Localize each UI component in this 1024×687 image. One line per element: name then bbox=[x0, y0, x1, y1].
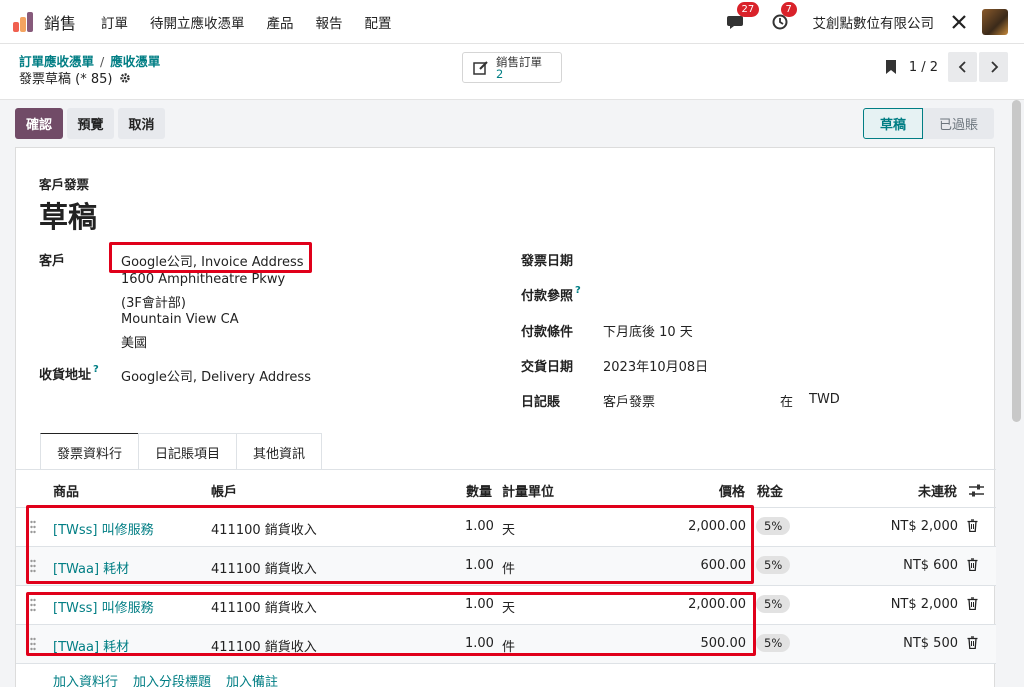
add-note-link[interactable]: 加入備註 bbox=[226, 671, 278, 687]
status-posted[interactable]: 已過賬 bbox=[922, 108, 994, 139]
notebook-tabs: 發票資料行 日記賬項目 其他資訊 bbox=[40, 433, 323, 470]
pager-next-button[interactable] bbox=[979, 52, 1008, 82]
gear-icon[interactable] bbox=[119, 72, 131, 84]
col-uom[interactable]: 計量單位 bbox=[502, 481, 554, 500]
lines-group-2-highlight-box bbox=[26, 592, 756, 656]
smart-button-label: 銷售訂單 bbox=[496, 54, 542, 69]
delivery-date-label: 交貨日期 bbox=[521, 360, 574, 375]
chevron-left-icon bbox=[958, 61, 966, 73]
customer-field[interactable]: Google公司, Invoice Address bbox=[121, 251, 304, 270]
col-product[interactable]: 商品 bbox=[53, 481, 79, 500]
menu-to-invoice[interactable]: 待開立應收憑單 bbox=[150, 12, 245, 32]
journal-field[interactable]: 客戶發票 bbox=[603, 391, 655, 410]
col-taxes[interactable]: 稅金 bbox=[757, 481, 783, 500]
breadcrumb-separator: / bbox=[100, 54, 105, 69]
debug-tools-button[interactable] bbox=[948, 11, 970, 33]
address-line-3: Mountain View CA bbox=[121, 312, 239, 327]
move-type-label: 客戶發票 bbox=[39, 177, 90, 192]
col-subtotal[interactable]: 未連稅 bbox=[918, 481, 957, 500]
trash-icon[interactable] bbox=[967, 636, 978, 649]
delivery-address-label-wrap: 收貨地址? bbox=[39, 364, 99, 383]
payment-reference-label-wrap: 付款參照? bbox=[521, 285, 581, 304]
edit-icon bbox=[473, 60, 488, 75]
delivery-help-icon[interactable]: ? bbox=[93, 364, 99, 375]
address-line-1: 1600 Amphitheatre Pkwy bbox=[121, 272, 286, 287]
journal-label: 日記賬 bbox=[521, 395, 561, 410]
control-panel: 訂單應收憑單 / 應收憑單 發票草稿 (* 85) 銷售訂單 2 1 / 2 bbox=[0, 44, 1024, 100]
payment-reference-help-icon[interactable]: ? bbox=[575, 285, 581, 296]
delivery-date-field[interactable]: 2023年10月08日 bbox=[603, 356, 708, 375]
invoice-date-label: 發票日期 bbox=[521, 254, 574, 269]
tab-invoice-lines[interactable]: 發票資料行 bbox=[40, 433, 140, 470]
record-title: 發票草稿 (* 85) bbox=[19, 72, 113, 87]
payment-terms-label: 付款條件 bbox=[521, 325, 574, 340]
line-subtotal: NT$ 2,000 bbox=[890, 597, 958, 612]
chevron-right-icon bbox=[990, 61, 998, 73]
invoice-title: 草稿 bbox=[39, 200, 98, 234]
line-tax-badge[interactable]: 5% bbox=[756, 595, 791, 613]
user-avatar[interactable] bbox=[982, 9, 1008, 35]
customer-label: 客戶 bbox=[39, 254, 66, 269]
delivery-address-field[interactable]: Google公司, Delivery Address bbox=[121, 366, 311, 385]
company-switcher[interactable]: 艾創點數位有限公司 bbox=[813, 12, 935, 32]
messages-button[interactable]: 27 bbox=[725, 2, 760, 33]
menu-reporting[interactable]: 報告 bbox=[316, 12, 343, 32]
payment-reference-label: 付款參照 bbox=[521, 289, 574, 304]
line-subtotal: NT$ 500 bbox=[903, 636, 958, 651]
line-tax-badge[interactable]: 5% bbox=[756, 517, 791, 535]
messages-badge: 27 bbox=[736, 2, 760, 17]
line-tax-badge[interactable]: 5% bbox=[756, 556, 791, 574]
currency-field[interactable]: TWD bbox=[809, 392, 840, 407]
col-quantity[interactable]: 數量 bbox=[466, 481, 492, 500]
tab-divider bbox=[16, 469, 996, 470]
breadcrumb-invoices[interactable]: 應收憑單 bbox=[110, 54, 160, 69]
trash-icon[interactable] bbox=[967, 558, 978, 571]
journal-in-text: 在 bbox=[780, 395, 794, 410]
tab-journal-items[interactable]: 日記賬項目 bbox=[138, 433, 238, 470]
address-line-4: 美國 bbox=[121, 336, 148, 351]
add-line-controls: 加入資料行 加入分段標題 加入備註 bbox=[53, 671, 293, 687]
payment-terms-field[interactable]: 下月底後 10 天 bbox=[603, 321, 693, 340]
page-scrollbar[interactable] bbox=[1012, 100, 1021, 422]
activities-button[interactable]: 7 bbox=[769, 2, 797, 33]
address-line-2: (3F會計部) bbox=[121, 296, 186, 311]
delivery-address-label: 收貨地址 bbox=[39, 368, 92, 383]
status-draft[interactable]: 草稿 bbox=[862, 108, 923, 139]
bookmark-icon[interactable] bbox=[885, 59, 897, 75]
pager-value[interactable]: 1 / 2 bbox=[909, 60, 938, 75]
col-price[interactable]: 價格 bbox=[719, 481, 745, 500]
lines-table-header: 商品 帳戶 數量 計量單位 價格 稅金 未連稅 bbox=[16, 471, 996, 508]
column-settings-icon[interactable] bbox=[969, 484, 984, 497]
activities-badge: 7 bbox=[780, 2, 797, 17]
status-bar: 草稿 已過賬 bbox=[862, 108, 994, 139]
pager-previous-button[interactable] bbox=[948, 52, 977, 82]
line-tax-badge[interactable]: 5% bbox=[756, 634, 791, 652]
cancel-button[interactable]: 取消 bbox=[118, 108, 165, 139]
sales-orders-smart-button[interactable]: 銷售訂單 2 bbox=[462, 52, 562, 83]
smart-button-count: 2 bbox=[496, 66, 504, 81]
add-line-link[interactable]: 加入資料行 bbox=[53, 671, 118, 687]
add-section-link[interactable]: 加入分段標題 bbox=[133, 671, 211, 687]
line-subtotal: NT$ 600 bbox=[903, 558, 958, 573]
record-title-wrap: 發票草稿 (* 85) bbox=[19, 68, 131, 87]
app-brand[interactable]: 銷售 bbox=[44, 10, 76, 34]
breadcrumb-orders-to-invoice[interactable]: 訂單應收憑單 bbox=[19, 54, 94, 69]
sales-app-icon[interactable] bbox=[13, 11, 35, 32]
tools-icon bbox=[952, 15, 966, 29]
menu-orders[interactable]: 訂單 bbox=[101, 12, 128, 32]
trash-icon[interactable] bbox=[967, 597, 978, 610]
menu-configuration[interactable]: 配置 bbox=[365, 12, 392, 32]
menu-products[interactable]: 產品 bbox=[267, 12, 294, 32]
trash-icon[interactable] bbox=[967, 519, 978, 532]
top-navbar: 銷售 訂單 待開立應收憑單 產品 報告 配置 27 7 艾創點數位有限公司 bbox=[0, 0, 1024, 44]
invoice-form-sheet: 客戶發票 草稿 客戶 Google公司, Invoice Address 160… bbox=[15, 147, 996, 687]
col-account[interactable]: 帳戶 bbox=[211, 481, 237, 500]
pager: 1 / 2 bbox=[885, 52, 1008, 82]
line-subtotal: NT$ 2,000 bbox=[890, 519, 958, 534]
preview-button[interactable]: 預覽 bbox=[67, 108, 114, 139]
tab-other-info[interactable]: 其他資訊 bbox=[236, 433, 323, 470]
lines-group-1-highlight-box bbox=[26, 505, 754, 584]
confirm-button[interactable]: 確認 bbox=[15, 108, 63, 139]
